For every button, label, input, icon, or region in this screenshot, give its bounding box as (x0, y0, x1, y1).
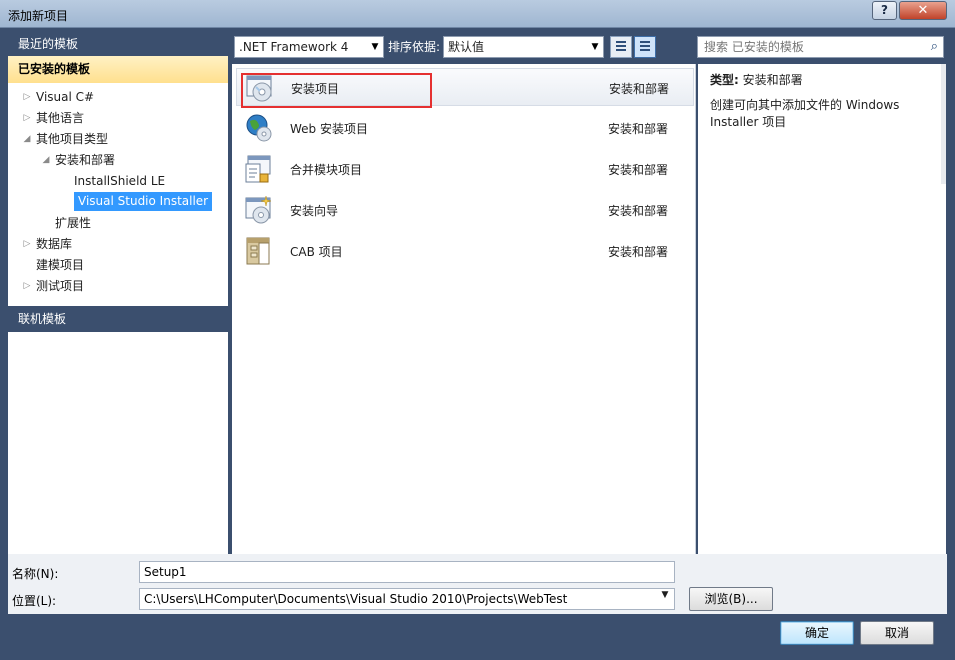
sort-value: 默认值 (448, 40, 485, 54)
chevron-down-icon: ▼ (591, 42, 599, 52)
template-category: 安装和部署 (608, 245, 669, 259)
merge-module-icon (244, 154, 274, 184)
tree-item[interactable]: 建模项目 (8, 255, 228, 276)
name-input[interactable] (140, 562, 674, 582)
close-button[interactable]: ✕ (899, 1, 947, 20)
tree-item[interactable]: Visual Studio Installer (8, 192, 228, 213)
template-category: 安装和部署 (608, 122, 669, 136)
tree-item-label: 安装和部署 (55, 153, 116, 167)
browse-button[interactable]: 浏览(B)... (689, 587, 773, 611)
web-setup-icon (244, 113, 274, 143)
tree-item[interactable]: InstallShield LE (8, 171, 228, 192)
window-title: 添加新项目 (8, 9, 69, 23)
sort-select[interactable]: 默认值 ▼ (443, 36, 604, 58)
template-category: 安装和部署 (608, 163, 669, 177)
tree-item[interactable]: ▷ 测试项目 (8, 276, 228, 297)
template-list: 安装项目 安装和部署 Web 安装项目 安装和部署 合并模块项目 安装和部署 安装向导 安装和… (232, 64, 696, 554)
tree-item-label: Visual Studio Installer (74, 192, 213, 211)
template-row[interactable]: CAB 项目 安装和部署 (236, 232, 694, 270)
tree-item-label: 测试项目 (36, 279, 85, 293)
template-description: 创建可向其中添加文件的 Windows Installer 项目 (710, 98, 900, 129)
template-name: Web 安装项目 (290, 122, 368, 136)
tree-item[interactable]: ◢ 安装和部署 (8, 150, 228, 171)
template-row[interactable]: Web 安装项目 安装和部署 (236, 109, 694, 147)
template-tree: ▷ Visual C# ▷ 其他语言 ◢ 其他项目类型 ◢ 安装和部署 InstallShiel… (8, 83, 228, 297)
expand-arrow-icon[interactable]: ▷ (22, 108, 32, 129)
title-bar: 添加新项目 ? ✕ (0, 0, 955, 28)
template-name: 合并模块项目 (290, 163, 363, 177)
search-input[interactable] (698, 37, 918, 57)
location-input[interactable] (140, 589, 674, 609)
location-field[interactable]: ▼ (139, 588, 675, 610)
template-name: CAB 项目 (290, 245, 343, 259)
list-view-button[interactable] (634, 36, 656, 58)
tree-item-label: 建模项目 (36, 258, 85, 272)
online-templates-header[interactable]: 联机模板 (8, 306, 228, 332)
small-icons-view-button[interactable] (610, 36, 632, 58)
expand-arrow-icon[interactable]: ▷ (22, 87, 32, 108)
sort-label: 排序依据: (388, 40, 441, 54)
tree-item[interactable]: ▷ 其他语言 (8, 108, 228, 129)
name-field[interactable] (139, 561, 675, 583)
template-row[interactable]: 合并模块项目 安装和部署 (236, 150, 694, 188)
template-category: 安装和部署 (608, 204, 669, 218)
list-view-icon (640, 41, 650, 53)
tree-item-label: 数据库 (36, 237, 73, 251)
tree-item-label: 扩展性 (55, 216, 92, 230)
framework-select[interactable]: .NET Framework 4 ▼ (234, 36, 384, 58)
expand-arrow-icon[interactable]: ▷ (22, 234, 32, 255)
small-icons-icon (616, 41, 626, 53)
details-scrollbar[interactable] (941, 64, 946, 184)
setup-project-icon (245, 73, 275, 103)
name-label: 名称(N): (12, 567, 59, 581)
type-label: 类型: (710, 73, 739, 87)
tree-item-label: 其他项目类型 (36, 132, 109, 146)
recent-templates-header[interactable]: 最近的模板 (8, 32, 228, 56)
setup-wizard-icon (244, 195, 274, 225)
template-row[interactable]: 安装项目 安装和部署 (236, 68, 694, 106)
template-row[interactable]: 安装向导 安装和部署 (236, 191, 694, 229)
tree-item[interactable]: ◢ 其他项目类型 (8, 129, 228, 150)
framework-value: .NET Framework 4 (239, 40, 349, 54)
search-icon[interactable]: ⌕ (931, 39, 938, 54)
details-panel: 类型: 安装和部署 创建可向其中添加文件的 Windows Installer … (698, 64, 946, 554)
tree-item-label: InstallShield LE (74, 174, 166, 188)
chevron-down-icon[interactable]: ▼ (658, 590, 672, 608)
tree-item[interactable]: ▷ Visual C# (8, 87, 228, 108)
type-value: 安装和部署 (742, 73, 803, 87)
tree-item[interactable]: 扩展性 (8, 213, 228, 234)
cab-project-icon (244, 236, 274, 266)
help-button[interactable]: ? (872, 1, 897, 20)
template-category: 安装和部署 (609, 82, 670, 96)
template-tree-panel: 最近的模板 已安装的模板 ▷ Visual C# ▷ 其他语言 ◢ 其他项目类型 ◢ 安装和部… (8, 32, 228, 554)
tree-item-label: 其他语言 (36, 111, 85, 125)
ok-button[interactable]: 确定 (780, 621, 854, 645)
search-box[interactable]: ⌕ (697, 36, 944, 58)
expand-arrow-icon[interactable]: ▷ (22, 276, 32, 297)
location-label: 位置(L): (12, 594, 57, 608)
template-name: 安装向导 (290, 204, 339, 218)
chevron-down-icon: ▼ (371, 42, 379, 52)
template-name: 安装项目 (291, 82, 340, 96)
installed-templates-header[interactable]: 已安装的模板 (8, 56, 228, 83)
cancel-button[interactable]: 取消 (860, 621, 934, 645)
collapse-arrow-icon[interactable]: ◢ (22, 129, 32, 150)
collapse-arrow-icon[interactable]: ◢ (41, 150, 51, 171)
tree-item-label: Visual C# (36, 90, 95, 104)
tree-item[interactable]: ▷ 数据库 (8, 234, 228, 255)
